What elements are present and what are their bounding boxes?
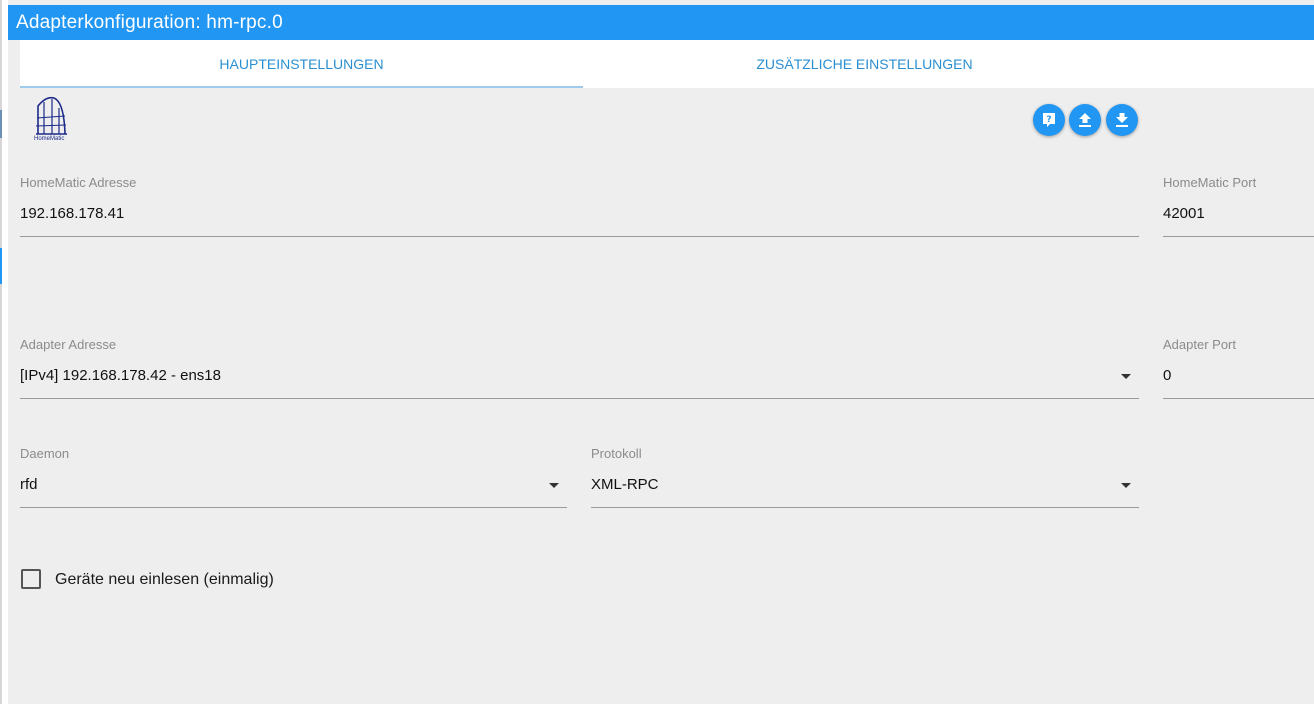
active-tab-indicator [20, 86, 583, 88]
protocol-value[interactable]: XML-RPC [591, 476, 659, 493]
tab-main-settings[interactable]: HAUPTEINSTELLUNGEN [20, 40, 583, 88]
upload-button[interactable] [1069, 104, 1101, 136]
adapter-address-dropdown-icon[interactable] [1121, 374, 1131, 379]
homematic-address-underline [20, 236, 1139, 237]
adapter-address-select[interactable]: Adapter Adresse [IPv4] 192.168.178.42 - … [20, 337, 1139, 399]
adapter-port-field[interactable]: Adapter Port 0 [1163, 337, 1314, 399]
adapter-port-underline [1163, 398, 1314, 399]
homematic-logo: HomeMatic [32, 96, 70, 146]
protocol-dropdown-icon[interactable] [1121, 483, 1131, 488]
reload-devices-checkbox[interactable] [21, 569, 41, 589]
homematic-address-input[interactable]: 192.168.178.41 [20, 205, 124, 222]
left-marker [0, 110, 2, 138]
adapter-address-value[interactable]: [IPv4] 192.168.178.42 - ens18 [20, 367, 221, 384]
protocol-underline [591, 507, 1139, 508]
adapter-port-input[interactable]: 0 [1163, 367, 1171, 384]
svg-text:?: ? [1046, 115, 1051, 125]
upload-icon [1079, 113, 1091, 127]
logo-text: HomeMatic [34, 136, 65, 142]
download-icon [1116, 113, 1128, 127]
adapter-address-underline [20, 398, 1139, 399]
adapter-port-label: Adapter Port [1163, 337, 1236, 352]
tab-main-settings-label: HAUPTEINSTELLUNGEN [219, 56, 384, 72]
help-icon: ? [1043, 113, 1055, 127]
adapter-address-label: Adapter Adresse [20, 337, 117, 352]
homematic-address-label: HomeMatic Adresse [20, 175, 137, 190]
protocol-label: Protokoll [591, 446, 642, 461]
left-border [0, 0, 2, 704]
homematic-logo-icon [35, 96, 67, 135]
reload-devices-label[interactable]: Geräte neu einlesen (einmalig) [55, 571, 274, 589]
left-marker-active [0, 248, 2, 284]
homematic-port-field[interactable]: HomeMatic Port 42001 [1163, 175, 1314, 237]
protocol-select[interactable]: Protokoll XML-RPC [591, 446, 1139, 508]
daemon-select[interactable]: Daemon rfd [20, 446, 567, 508]
left-edge-strip [0, 0, 8, 704]
dialog-title-bar: Adapterkonfiguration: hm-rpc.0 [8, 5, 1314, 40]
download-button[interactable] [1106, 104, 1138, 136]
homematic-port-input[interactable]: 42001 [1163, 205, 1205, 222]
dialog-title: Adapterkonfiguration: hm-rpc.0 [16, 12, 283, 33]
tab-additional-settings[interactable]: ZUSÄTZLICHE EINSTELLUNGEN [583, 40, 1146, 88]
homematic-address-field[interactable]: HomeMatic Adresse 192.168.178.41 [20, 175, 1139, 237]
daemon-label: Daemon [20, 446, 70, 461]
daemon-value[interactable]: rfd [20, 476, 38, 493]
daemon-dropdown-icon[interactable] [549, 483, 559, 488]
tab-bar: HAUPTEINSTELLUNGEN ZUSÄTZLICHE EINSTELLU… [20, 40, 1314, 88]
homematic-port-underline [1163, 236, 1314, 237]
help-button[interactable]: ? [1033, 104, 1065, 136]
tab-additional-settings-label: ZUSÄTZLICHE EINSTELLUNGEN [756, 56, 973, 72]
homematic-port-label: HomeMatic Port [1163, 175, 1257, 190]
daemon-underline [20, 507, 567, 508]
